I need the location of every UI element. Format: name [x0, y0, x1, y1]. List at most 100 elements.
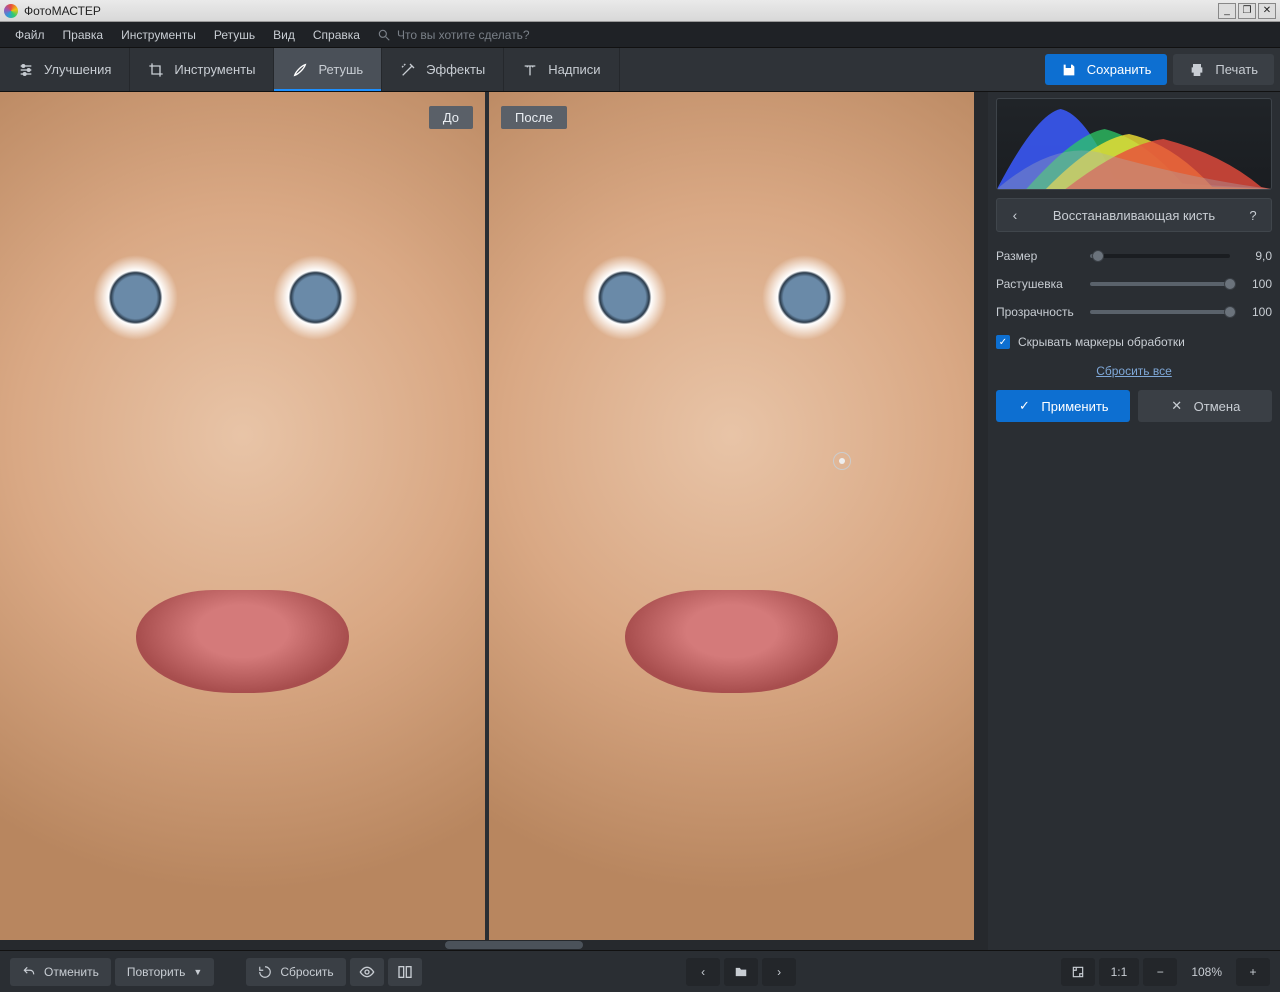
open-folder-button[interactable]: [724, 958, 758, 986]
slider-label: Размер: [996, 249, 1082, 263]
menu-retouch[interactable]: Ретушь: [205, 24, 264, 46]
menu-view[interactable]: Вид: [264, 24, 304, 46]
horizontal-scrollbar[interactable]: [0, 940, 988, 950]
brush-icon: [292, 62, 308, 78]
chevron-right-icon: ›: [777, 965, 781, 979]
minus-icon: −: [1157, 965, 1164, 979]
tab-enhance[interactable]: Улучшения: [0, 48, 130, 91]
compare-icon: [397, 964, 413, 980]
tab-label: Улучшения: [44, 62, 111, 77]
slider-feather[interactable]: Растушевка 100: [996, 270, 1272, 298]
tab-tools[interactable]: Инструменты: [130, 48, 274, 91]
tab-text[interactable]: Надписи: [504, 48, 619, 91]
zoom-value: 108%: [1181, 965, 1232, 979]
slider-size[interactable]: Размер 9,0: [996, 242, 1272, 270]
tab-label: Надписи: [548, 62, 600, 77]
sliders-icon: [18, 62, 34, 78]
print-icon: [1189, 62, 1205, 78]
slider-label: Прозрачность: [996, 305, 1082, 319]
cancel-button[interactable]: ✕ Отмена: [1138, 390, 1272, 422]
chevron-left-icon: ‹: [701, 965, 705, 979]
undo-button[interactable]: Отменить: [10, 958, 111, 986]
zoom-in-button[interactable]: +: [1236, 958, 1270, 986]
menubar: Файл Правка Инструменты Ретушь Вид Справ…: [0, 22, 1280, 48]
tool-tabs: Улучшения Инструменты Ретушь Эффекты Над…: [0, 48, 1280, 92]
sidebar-panel: ‹ Восстанавливающая кисть ? Размер 9,0 Р…: [988, 92, 1280, 950]
window-titlebar: ФотоМАСТЕР _ ❐ ✕: [0, 0, 1280, 22]
text-icon: [522, 62, 538, 78]
slider-value: 9,0: [1238, 249, 1272, 263]
menu-tools[interactable]: Инструменты: [112, 24, 205, 46]
vertical-scrollbar[interactable]: [974, 92, 988, 950]
crop-icon: [148, 62, 164, 78]
search-icon: [377, 28, 391, 42]
reset-button[interactable]: Сбросить: [246, 958, 345, 986]
fit-screen-button[interactable]: [1061, 958, 1095, 986]
folder-icon: [734, 965, 748, 979]
ratio-label: 1:1: [1111, 965, 1128, 979]
menu-file[interactable]: Файл: [6, 24, 54, 46]
slider-value: 100: [1238, 277, 1272, 291]
menu-edit[interactable]: Правка: [54, 24, 113, 46]
zoom-out-button[interactable]: −: [1143, 958, 1177, 986]
panel-help-button[interactable]: ?: [1243, 208, 1263, 223]
menu-help[interactable]: Справка: [304, 24, 369, 46]
print-label: Печать: [1215, 62, 1258, 77]
before-label: До: [429, 106, 473, 129]
panel-header: ‹ Восстанавливающая кисть ?: [996, 198, 1272, 232]
prev-file-button[interactable]: ‹: [686, 958, 720, 986]
save-icon: [1061, 62, 1077, 78]
apply-label: Применить: [1041, 399, 1108, 414]
image-before: До: [0, 92, 489, 950]
slider-label: Растушевка: [996, 277, 1082, 291]
checkbox-label: Скрывать маркеры обработки: [1018, 335, 1185, 349]
panel-back-button[interactable]: ‹: [1005, 207, 1025, 223]
next-file-button[interactable]: ›: [762, 958, 796, 986]
slider-opacity[interactable]: Прозрачность 100: [996, 298, 1272, 326]
wand-icon: [400, 62, 416, 78]
app-title: ФотоМАСТЕР: [24, 4, 101, 18]
help-search-placeholder: Что вы хотите сделать?: [397, 28, 530, 42]
eye-icon: [359, 964, 375, 980]
window-minimize-button[interactable]: _: [1218, 3, 1236, 19]
bottom-toolbar: Отменить Повторить ▼ Сбросить ‹ › 1:1 − …: [0, 950, 1280, 992]
compare-toggle-button[interactable]: [388, 958, 422, 986]
file-nav-group: ‹ ›: [686, 958, 796, 986]
help-search[interactable]: Что вы хотите сделать?: [377, 28, 530, 42]
window-close-button[interactable]: ✕: [1258, 3, 1276, 19]
window-maximize-button[interactable]: ❐: [1238, 3, 1256, 19]
after-label: После: [501, 106, 567, 129]
image-after: После: [489, 92, 974, 950]
undo-label: Отменить: [44, 965, 99, 979]
checkbox-checked-icon: ✓: [996, 335, 1010, 349]
reset-all-link[interactable]: Сбросить все: [996, 354, 1272, 390]
actual-size-button[interactable]: 1:1: [1099, 958, 1140, 986]
tab-label: Эффекты: [426, 62, 485, 77]
tab-label: Инструменты: [174, 62, 255, 77]
save-button[interactable]: Сохранить: [1045, 54, 1168, 85]
hide-markers-checkbox[interactable]: ✓ Скрывать маркеры обработки: [996, 326, 1272, 354]
panel-title: Восстанавливающая кисть: [1025, 208, 1243, 223]
tab-retouch[interactable]: Ретушь: [274, 48, 382, 91]
tab-label: Ретушь: [318, 62, 363, 77]
chevron-down-icon: ▼: [193, 967, 202, 977]
redo-button[interactable]: Повторить ▼: [115, 958, 215, 986]
slider-value: 100: [1238, 305, 1272, 319]
save-label: Сохранить: [1087, 62, 1152, 77]
app-logo-icon: [4, 4, 18, 18]
apply-button[interactable]: ✓ Применить: [996, 390, 1130, 422]
tab-effects[interactable]: Эффекты: [382, 48, 504, 91]
undo-icon: [22, 965, 36, 979]
plus-icon: +: [1250, 965, 1257, 979]
reset-label: Сбросить: [280, 965, 333, 979]
close-icon: ✕: [1170, 399, 1184, 413]
refresh-icon: [258, 965, 272, 979]
histogram[interactable]: [996, 98, 1272, 190]
print-button[interactable]: Печать: [1173, 54, 1274, 85]
cancel-label: Отмена: [1194, 399, 1241, 414]
canvas-compare[interactable]: До После: [0, 92, 988, 950]
check-icon: ✓: [1017, 399, 1031, 413]
redo-label: Повторить: [127, 965, 186, 979]
fit-icon: [1071, 965, 1085, 979]
preview-toggle-button[interactable]: [350, 958, 384, 986]
